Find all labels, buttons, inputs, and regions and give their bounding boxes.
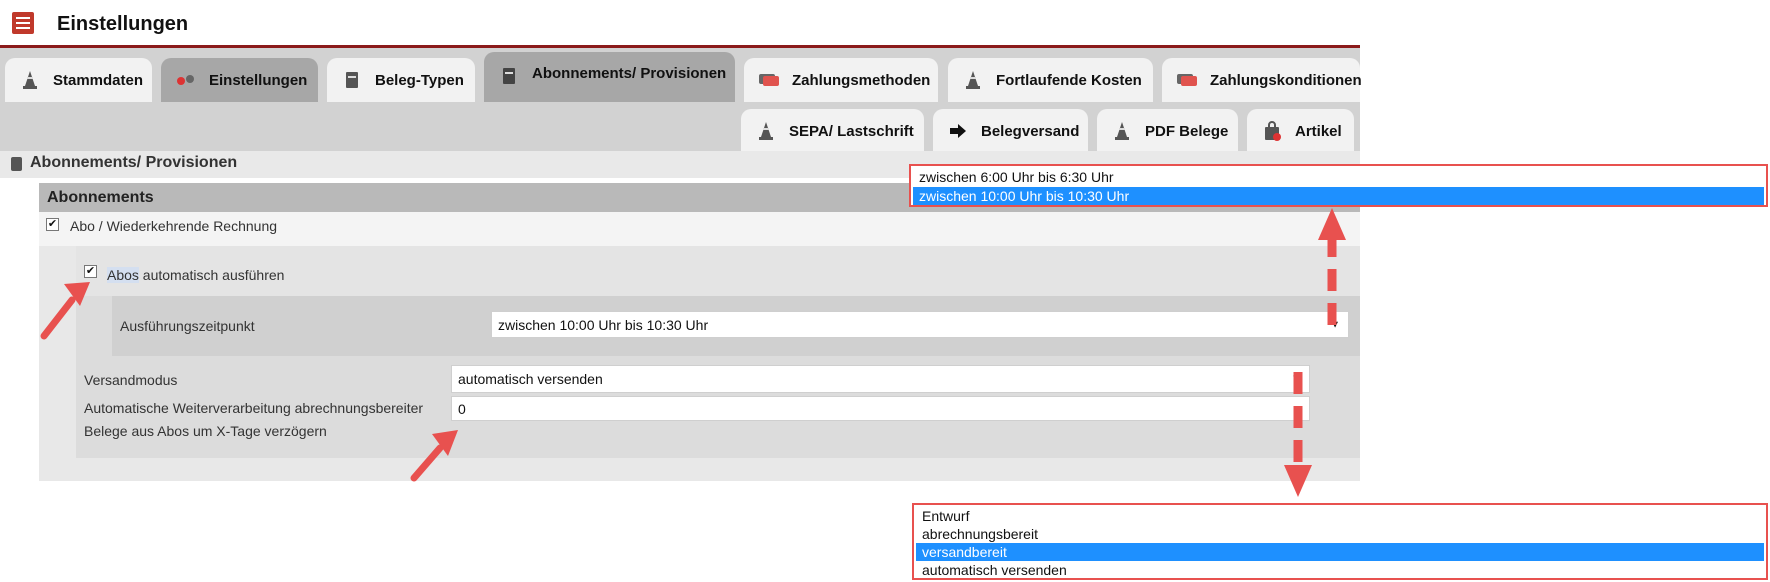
- annotation-arrow-checkbox: [40, 282, 90, 340]
- annotation-overlay: [40, 208, 1346, 497]
- annotation-arrow-input: [410, 430, 458, 482]
- annotation-arrow-versand-dropdown: [1284, 372, 1312, 497]
- annotation-arrow-zeit-dropdown: [1318, 208, 1346, 325]
